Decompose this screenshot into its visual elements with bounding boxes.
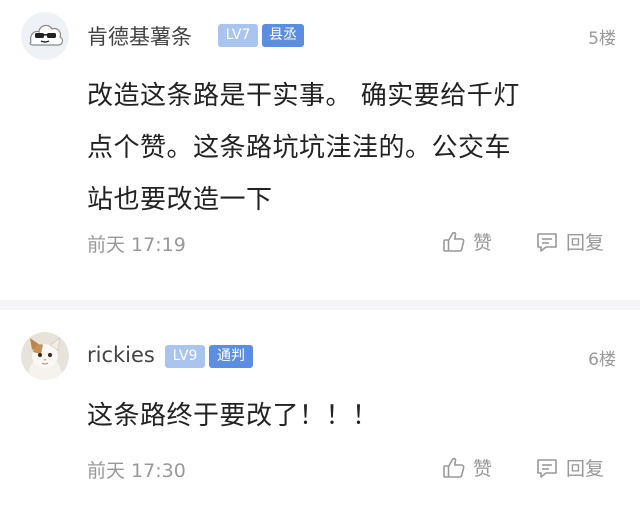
reply-label: 回复: [566, 232, 605, 254]
comment-icon: [534, 455, 566, 481]
like-label: 赞: [473, 232, 493, 254]
comment-icon: [534, 229, 566, 255]
timestamp: 前天 17:30: [87, 460, 186, 482]
like-button[interactable]: 赞: [441, 228, 492, 255]
comment-text: 改造这条路是干实事。 确实要给千灯 点个赞。这条路坑坑洼洼的。公交车 站也要改造…: [87, 70, 607, 226]
comment-text: 这条路终于要改了！！！: [87, 390, 607, 442]
reply-button[interactable]: 回复: [534, 454, 604, 481]
comment-line: 站也要改造一下: [87, 185, 273, 215]
thumbs-up-icon: [441, 229, 473, 255]
divider: [0, 300, 640, 310]
level-badge: LV7: [218, 24, 258, 47]
floor-number: 6楼: [588, 350, 616, 370]
reply-button[interactable]: 回复: [534, 228, 604, 255]
level-badge: LV9: [165, 345, 205, 368]
username[interactable]: 肯德基薯条: [87, 21, 192, 51]
avatar[interactable]: [21, 332, 69, 380]
floor-number: 5楼: [588, 29, 616, 49]
timestamp: 前天 17:19: [87, 234, 186, 256]
reply-label: 回复: [566, 458, 605, 480]
username[interactable]: rickies: [87, 343, 155, 367]
title-badge: 县丞: [262, 24, 304, 47]
avatar[interactable]: [21, 12, 69, 60]
like-label: 赞: [473, 458, 493, 480]
thumbs-up-icon: [441, 455, 473, 481]
comment-line: 这条路终于要改了！！！: [87, 401, 379, 431]
comment-card: 肯德基薯条 LV7 县丞 5楼 改造这条路是干实事。 确实要给千灯 点个赞。这条…: [0, 0, 640, 300]
like-button[interactable]: 赞: [441, 454, 492, 481]
comment-line: 点个赞。这条路坑坑洼洼的。公交车: [87, 133, 512, 163]
comment-card: rickies LV9 通判 6楼 这条路终于要改了！！！ 前天 17:30 赞…: [0, 310, 640, 506]
comment-line: 改造这条路是干实事。 确实要给千灯: [87, 81, 520, 111]
title-badge: 通判: [209, 345, 253, 368]
